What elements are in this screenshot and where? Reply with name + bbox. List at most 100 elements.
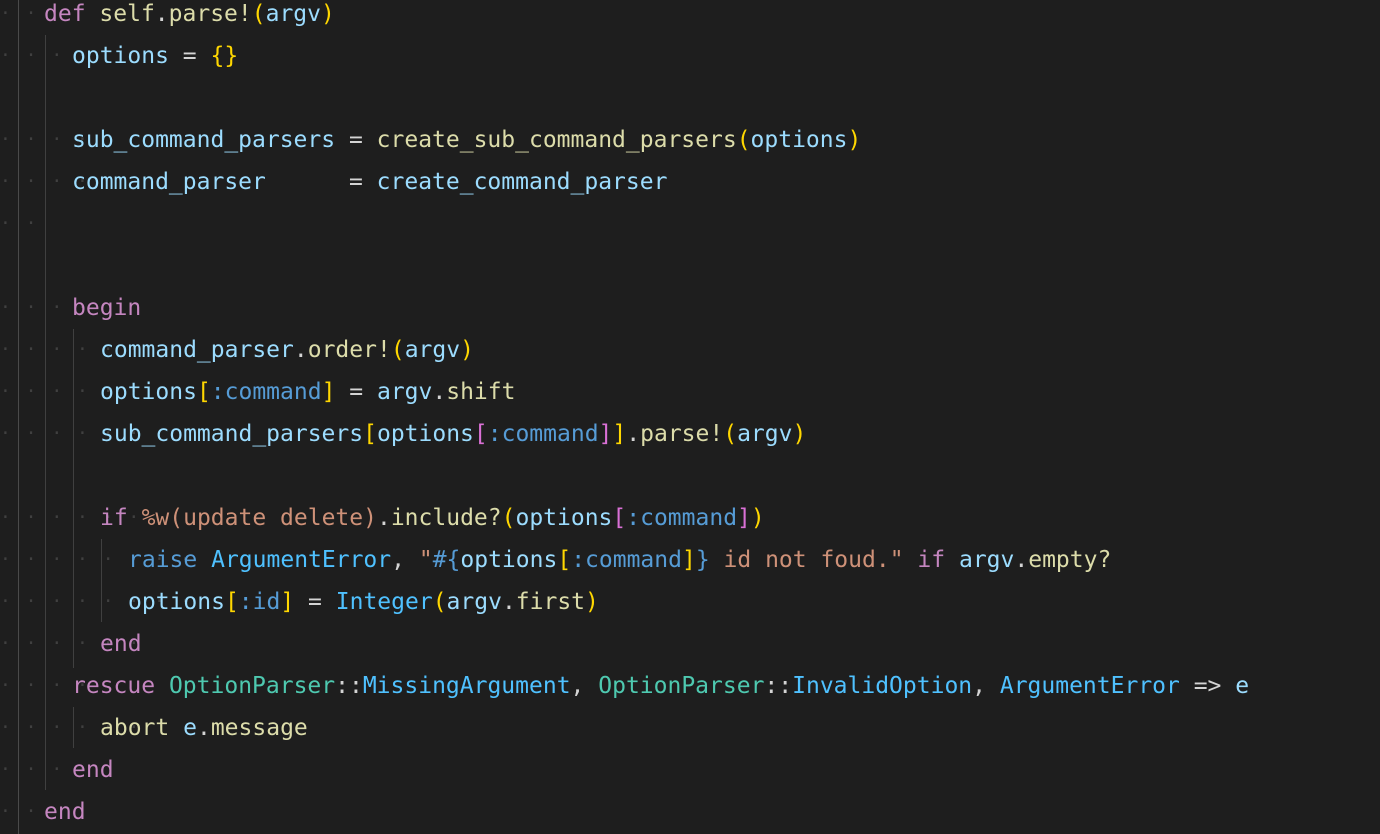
code-token: ::	[335, 673, 363, 699]
code-token: argv	[446, 589, 502, 615]
code-token: e	[183, 715, 197, 741]
code-token: command_parser	[100, 337, 294, 363]
code-token: options	[750, 127, 848, 153]
code-line[interactable]: · ·	[0, 203, 1380, 245]
code-text: raise ArgumentError, "#{options[:command…	[128, 539, 1111, 581]
code-token: )	[847, 127, 862, 153]
code-line[interactable]: · · · · · · · · raise ArgumentError, "#{o…	[0, 539, 1380, 581]
code-line[interactable]: · · · · begin	[0, 287, 1380, 329]
code-text: abort e.message	[100, 707, 308, 749]
code-token: OptionParser	[168, 673, 336, 699]
code-token: shift	[446, 379, 516, 405]
code-line[interactable]: · · · · sub_command_parsers = create_sub_…	[0, 119, 1380, 161]
code-token: =	[335, 379, 377, 405]
code-token: parse!	[640, 421, 724, 447]
code-text: if %w(update delete).include?(options[:c…	[100, 497, 765, 539]
code-token: ]	[598, 421, 613, 447]
code-token: rescue	[72, 673, 156, 699]
code-line[interactable]: · · · · rescue OptionParser::MissingArgum…	[0, 665, 1380, 707]
code-token: ArgumentError	[999, 673, 1180, 699]
code-token: OptionParser	[598, 673, 765, 699]
code-token: (	[736, 127, 751, 153]
code-token: argv	[376, 379, 433, 405]
code-token: [	[557, 547, 572, 573]
code-line[interactable]: · · · · · · end	[0, 623, 1380, 665]
code-line[interactable]: · · · · · · sub_command_parsers[options[:…	[0, 413, 1380, 455]
code-token: argv	[404, 337, 461, 363]
code-token: ]	[280, 589, 295, 615]
code-token: :command	[210, 379, 322, 405]
code-token: end	[44, 799, 86, 825]
code-text: rescue OptionParser::MissingArgument, Op…	[72, 665, 1249, 707]
code-token: ArgumentError	[211, 547, 392, 573]
code-text: command_parser = create_command_parser	[72, 161, 667, 203]
code-token: [	[363, 421, 377, 447]
code-token: options	[72, 43, 169, 69]
code-token: ]	[612, 421, 627, 447]
code-token: ,	[570, 673, 599, 699]
code-line[interactable]: · · · · · · abort e.message	[0, 707, 1380, 749]
code-token: end	[72, 757, 114, 783]
code-text: end	[100, 623, 142, 665]
code-text: command_parser.order!(argv)	[100, 329, 474, 371]
code-token: ]	[321, 379, 336, 405]
code-token: sub_command_parsers	[100, 421, 364, 447]
code-token: Integer	[335, 589, 433, 615]
code-line[interactable]	[0, 245, 1380, 287]
code-text: options[:id] = Integer(argv.first)	[128, 581, 599, 623]
code-text: options = {}	[72, 35, 238, 77]
code-token: ]	[681, 547, 696, 573]
code-token: include?	[390, 505, 502, 531]
code-token: order!	[307, 337, 391, 363]
code-line[interactable]	[0, 455, 1380, 497]
code-token: )	[792, 421, 807, 447]
code-token: =	[265, 169, 377, 195]
code-token: "	[418, 547, 433, 573]
code-token: (	[723, 421, 738, 447]
code-line[interactable]: · · · · · · options[:command] = argv.shif…	[0, 371, 1380, 413]
code-token: .	[196, 715, 211, 741]
code-token: create_command_parser	[376, 169, 668, 195]
code-token: )	[321, 1, 335, 27]
code-text: end	[72, 749, 114, 791]
code-token: :id	[238, 589, 281, 615]
code-line[interactable]: · · · · command_parser = create_command_p…	[0, 161, 1380, 203]
code-token: InvalidOption	[792, 673, 973, 699]
code-line[interactable]: · · · · · · if %w(update delete).include?…	[0, 497, 1380, 539]
code-token: (	[501, 505, 516, 531]
code-line[interactable]: · · · · · · · · options[:id] = Integer(ar…	[0, 581, 1380, 623]
code-token: if	[100, 505, 128, 531]
code-token: argv	[737, 421, 793, 447]
code-token: )	[750, 505, 765, 531]
code-token: if	[917, 547, 946, 573]
code-token: def	[44, 1, 86, 27]
code-token: .	[376, 505, 391, 531]
code-line[interactable]: · · · · · · command_parser.order!(argv)	[0, 329, 1380, 371]
code-token: options	[376, 421, 474, 447]
whitespace-dots: · ·	[0, 801, 39, 822]
code-token: message	[210, 715, 308, 741]
code-token: sub_command_parsers	[72, 127, 336, 153]
code-line[interactable]: · · def self.parse!(argv)	[0, 0, 1380, 35]
code-token: end	[100, 631, 142, 657]
code-line[interactable]	[0, 77, 1380, 119]
whitespace-dots: · ·	[0, 3, 39, 24]
code-token: :command	[487, 421, 599, 447]
code-line[interactable]: · · · · options = {}	[0, 35, 1380, 77]
code-token: .	[154, 1, 169, 27]
code-token: =	[294, 589, 336, 615]
code-token: e	[1235, 673, 1250, 699]
code-token: .	[501, 589, 516, 615]
code-line[interactable]: · · end	[0, 791, 1380, 833]
code-token: (	[390, 337, 405, 363]
code-token: begin	[72, 295, 142, 321]
code-token: ::	[764, 673, 793, 699]
code-line[interactable]: · · · · end	[0, 749, 1380, 791]
code-editor[interactable]: · · def self.parse!(argv) · · · · options =…	[0, 0, 1380, 834]
